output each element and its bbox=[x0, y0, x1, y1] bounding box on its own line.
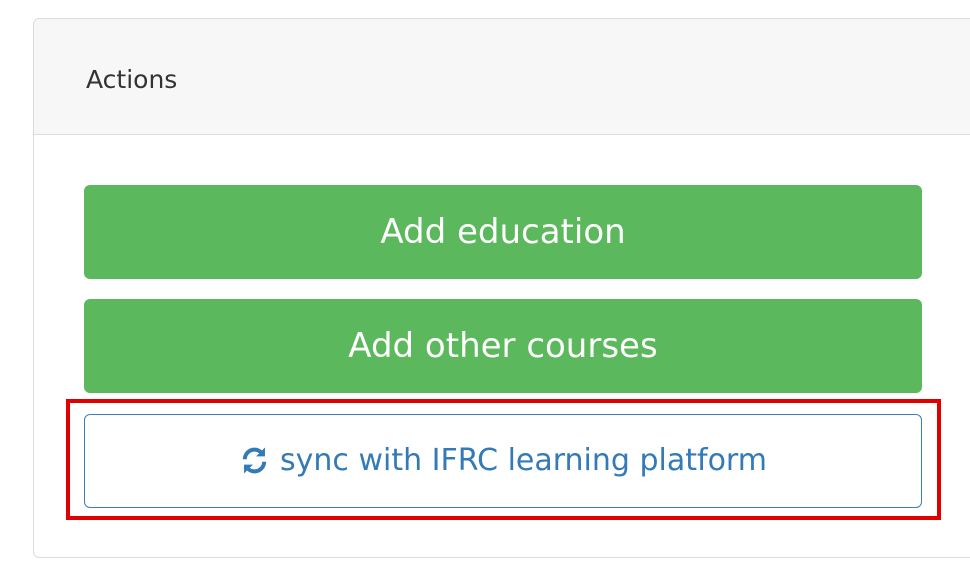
sync-button-label: sync with IFRC learning platform bbox=[280, 443, 767, 478]
add-education-button[interactable]: Add education bbox=[84, 185, 922, 279]
actions-panel: Actions Add education Add other courses … bbox=[33, 18, 970, 558]
sync-icon bbox=[239, 445, 270, 476]
add-other-courses-button[interactable]: Add other courses bbox=[84, 299, 922, 393]
actions-panel-header: Actions bbox=[34, 19, 970, 135]
page-canvas: Actions Add education Add other courses … bbox=[0, 0, 970, 566]
actions-title: Actions bbox=[86, 65, 178, 94]
sync-ifrc-learning-platform-button[interactable]: sync with IFRC learning platform bbox=[84, 414, 922, 508]
add-education-label: Add education bbox=[380, 212, 626, 252]
add-other-courses-label: Add other courses bbox=[348, 326, 658, 366]
